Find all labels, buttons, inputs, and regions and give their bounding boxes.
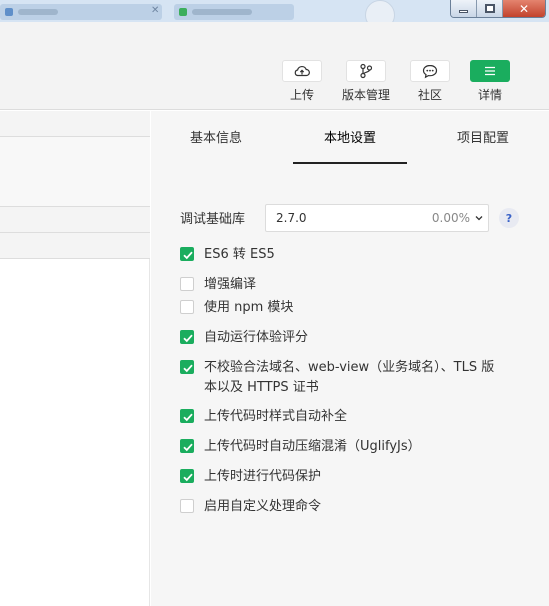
option-label: 启用自定义处理命令 (204, 499, 322, 514)
menu-icon (485, 66, 495, 76)
editor-pane (0, 111, 150, 606)
browser-tab[interactable] (0, 4, 162, 20)
editor-divider-band (0, 207, 150, 233)
community-button[interactable]: 社区 (404, 60, 456, 103)
maximize-icon (484, 4, 495, 13)
base-library-percent: 0.00% (431, 211, 470, 225)
chat-bubble-icon (422, 64, 438, 78)
active-tab-indicator (293, 162, 407, 164)
settings-panel: 基本信息 本地设置 项目配置 调试基础库 2.7.0 0.00% ? ES6 转… (151, 111, 549, 606)
close-window-button[interactable]: ✕ (503, 0, 545, 17)
chevron-down-icon (475, 216, 483, 221)
option-label: 上传代码时样式自动补全 (204, 409, 348, 424)
option-label: 上传时进行代码保护 (204, 469, 322, 484)
checkmark-icon (183, 443, 193, 452)
tab-local-settings[interactable]: 本地设置 (293, 111, 407, 164)
maximize-button[interactable] (477, 0, 503, 17)
checkmark-icon (183, 473, 193, 482)
option-label: 不校验合法域名、web-view（业务域名）、TLS 版本以及 HTTPS 证书 (204, 360, 495, 395)
checkbox[interactable] (180, 360, 194, 374)
community-label: 社区 (417, 88, 442, 102)
checkmark-icon (183, 364, 193, 373)
community-button-box[interactable] (410, 60, 450, 82)
checkbox[interactable] (180, 409, 194, 423)
checkmark-icon (183, 251, 193, 260)
branch-icon (360, 63, 373, 79)
close-icon: ✕ (518, 1, 530, 16)
minimize-icon (459, 10, 468, 13)
avatar[interactable] (365, 0, 395, 22)
checkbox[interactable] (180, 300, 194, 314)
base-library-select[interactable]: 2.7.0 0.00% (265, 204, 489, 232)
checkbox[interactable] (180, 247, 194, 261)
tab-close-icon[interactable]: ✕ (151, 6, 159, 16)
tab-basic-info[interactable]: 基本信息 (159, 111, 273, 164)
checkmark-icon (183, 334, 193, 343)
checkmark-icon (183, 413, 193, 422)
cloud-upload-icon (294, 65, 310, 77)
checkbox[interactable] (180, 330, 194, 344)
details-button-box[interactable] (470, 60, 510, 82)
checkbox[interactable] (180, 277, 194, 291)
tab-project-config[interactable]: 项目配置 (426, 111, 540, 164)
details-button[interactable]: 详情 (464, 60, 516, 103)
option-label: 自动运行体验评分 (204, 330, 309, 345)
option-label: 增强编译 (204, 277, 257, 292)
help-icon[interactable]: ? (499, 208, 519, 228)
base-library-version: 2.7.0 (276, 211, 307, 225)
option-label: ES6 转 ES5 (204, 247, 275, 262)
upload-button[interactable]: 上传 (276, 60, 328, 103)
checkbox[interactable] (180, 499, 194, 513)
toolbar: 上传 版本管理 社区 详情 (0, 22, 549, 110)
editor-divider-band (0, 233, 150, 259)
base-library-label: 调试基础库 (180, 212, 246, 227)
checkbox[interactable] (180, 469, 194, 483)
version-management-label: 版本管理 (341, 88, 390, 102)
version-management-button-box[interactable] (346, 60, 386, 82)
window-controls: ✕ (450, 0, 546, 18)
checkbox[interactable] (180, 439, 194, 453)
editor-tab-bar (0, 111, 150, 137)
version-management-button[interactable]: 版本管理 (340, 60, 392, 103)
browser-tab[interactable] (174, 4, 294, 20)
upload-button-box[interactable] (282, 60, 322, 82)
option-label: 上传代码时自动压缩混淆（UglifyJs） (204, 439, 421, 454)
minimize-button[interactable] (451, 0, 477, 17)
upload-label: 上传 (289, 88, 314, 102)
window-title-bar: ✕ ✕ (0, 0, 549, 22)
editor-header (0, 137, 150, 207)
settings-tabs: 基本信息 本地设置 项目配置 (151, 111, 549, 164)
details-label: 详情 (477, 88, 502, 102)
option-label: 使用 npm 模块 (204, 300, 294, 315)
